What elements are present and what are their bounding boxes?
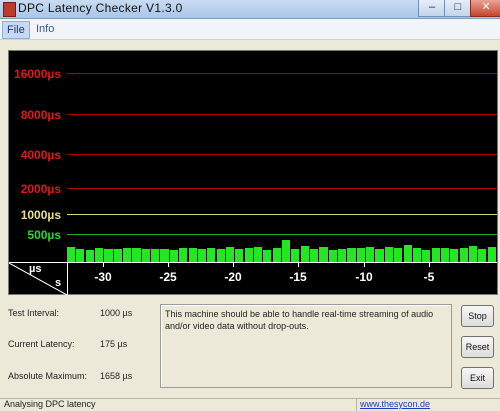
y-label-1000: 1000µs bbox=[20, 208, 61, 222]
x-tick bbox=[168, 262, 169, 267]
y-label-4000: 4000µs bbox=[20, 148, 61, 162]
latency-bar bbox=[253, 247, 263, 263]
x-label: -25 bbox=[159, 270, 177, 284]
latency-bar bbox=[244, 248, 253, 263]
latency-bar bbox=[319, 247, 328, 263]
latency-bar bbox=[113, 249, 122, 263]
x-axis-line bbox=[67, 262, 497, 263]
latency-bar bbox=[104, 249, 113, 263]
latency-bar bbox=[478, 249, 487, 263]
latency-bar bbox=[132, 248, 141, 263]
latency-bar bbox=[123, 248, 132, 263]
bars-area bbox=[67, 51, 497, 263]
x-label: -30 bbox=[94, 270, 112, 284]
latency-bar bbox=[366, 247, 375, 263]
latency-bar bbox=[216, 249, 225, 263]
latency-bar bbox=[179, 248, 188, 263]
latency-bar bbox=[160, 249, 169, 263]
status-bar: Analysing DPC latency www.thesycon.de bbox=[0, 398, 500, 411]
window-title: DPC Latency Checker V1.3.0 bbox=[18, 1, 183, 15]
latency-bar bbox=[151, 249, 160, 263]
current-latency-value: 175 µs bbox=[100, 339, 128, 349]
stop-button[interactable]: Stop bbox=[461, 305, 494, 327]
menu-file[interactable]: File bbox=[2, 21, 30, 39]
status-message-box: This machine should be able to handle re… bbox=[160, 304, 452, 388]
status-text: Analysing DPC latency bbox=[4, 399, 96, 409]
maximize-button[interactable]: □ bbox=[444, 0, 472, 17]
latency-bar bbox=[431, 248, 440, 263]
exit-button[interactable]: Exit bbox=[461, 367, 494, 389]
x-label: -15 bbox=[289, 270, 307, 284]
latency-bar bbox=[235, 249, 244, 263]
latency-bar bbox=[300, 246, 309, 263]
axis-x-unit: s bbox=[55, 277, 62, 289]
latency-bar bbox=[450, 249, 459, 263]
app-icon bbox=[3, 2, 16, 17]
latency-bar bbox=[310, 249, 319, 263]
status-divider bbox=[356, 399, 357, 411]
latency-bar bbox=[459, 248, 468, 263]
test-interval-value: 1000 µs bbox=[100, 308, 133, 318]
x-tick bbox=[233, 262, 234, 267]
x-tick bbox=[429, 262, 430, 267]
close-button[interactable]: ✕ bbox=[470, 0, 500, 17]
x-tick bbox=[298, 262, 299, 267]
x-tick bbox=[103, 262, 104, 267]
latency-bar bbox=[141, 249, 150, 263]
latency-bar bbox=[356, 248, 365, 263]
latency-bar bbox=[67, 247, 76, 263]
x-label: -20 bbox=[224, 270, 242, 284]
latency-bar bbox=[282, 240, 291, 263]
current-latency-label: Current Latency: bbox=[8, 339, 75, 349]
latency-graph: 16000µs 8000µs 4000µs 2000µs 1000µs 500µ… bbox=[8, 50, 498, 295]
latency-bar bbox=[188, 248, 197, 263]
latency-bar bbox=[338, 249, 347, 263]
latency-bar bbox=[403, 245, 412, 263]
latency-bar bbox=[207, 248, 216, 263]
minimize-button[interactable]: – bbox=[418, 0, 446, 17]
website-link[interactable]: www.thesycon.de bbox=[360, 399, 430, 409]
y-label-8000: 8000µs bbox=[20, 108, 61, 122]
x-label: -10 bbox=[355, 270, 373, 284]
latency-bar bbox=[412, 248, 421, 263]
latency-bar bbox=[291, 249, 300, 263]
latency-bar bbox=[375, 249, 384, 263]
reset-button[interactable]: Reset bbox=[461, 336, 494, 358]
x-label: -5 bbox=[423, 270, 435, 284]
x-tick bbox=[364, 262, 365, 267]
y-label-16000: 16000µs bbox=[14, 67, 61, 81]
y-label-500: 500µs bbox=[27, 228, 61, 242]
latency-bar bbox=[440, 248, 450, 263]
absolute-maximum-value: 1658 µs bbox=[100, 371, 133, 381]
axis-y-unit: µs bbox=[29, 263, 42, 275]
absolute-maximum-label: Absolute Maximum: bbox=[8, 371, 88, 381]
latency-bar bbox=[76, 249, 85, 263]
test-interval-label: Test Interval: bbox=[8, 308, 60, 318]
latency-bar bbox=[394, 248, 403, 263]
latency-bar bbox=[95, 248, 104, 263]
latency-bar bbox=[384, 247, 393, 263]
y-label-2000: 2000µs bbox=[20, 182, 61, 196]
menu-bar: File Info bbox=[0, 19, 500, 40]
latency-bar bbox=[468, 246, 478, 263]
latency-bar bbox=[272, 248, 281, 263]
latency-bar bbox=[225, 247, 235, 263]
latency-bar bbox=[347, 248, 356, 263]
title-bar[interactable]: DPC Latency Checker V1.3.0 – □ ✕ bbox=[0, 0, 500, 19]
latency-bar bbox=[487, 247, 496, 263]
latency-bar bbox=[197, 249, 206, 263]
menu-info[interactable]: Info bbox=[32, 21, 58, 37]
